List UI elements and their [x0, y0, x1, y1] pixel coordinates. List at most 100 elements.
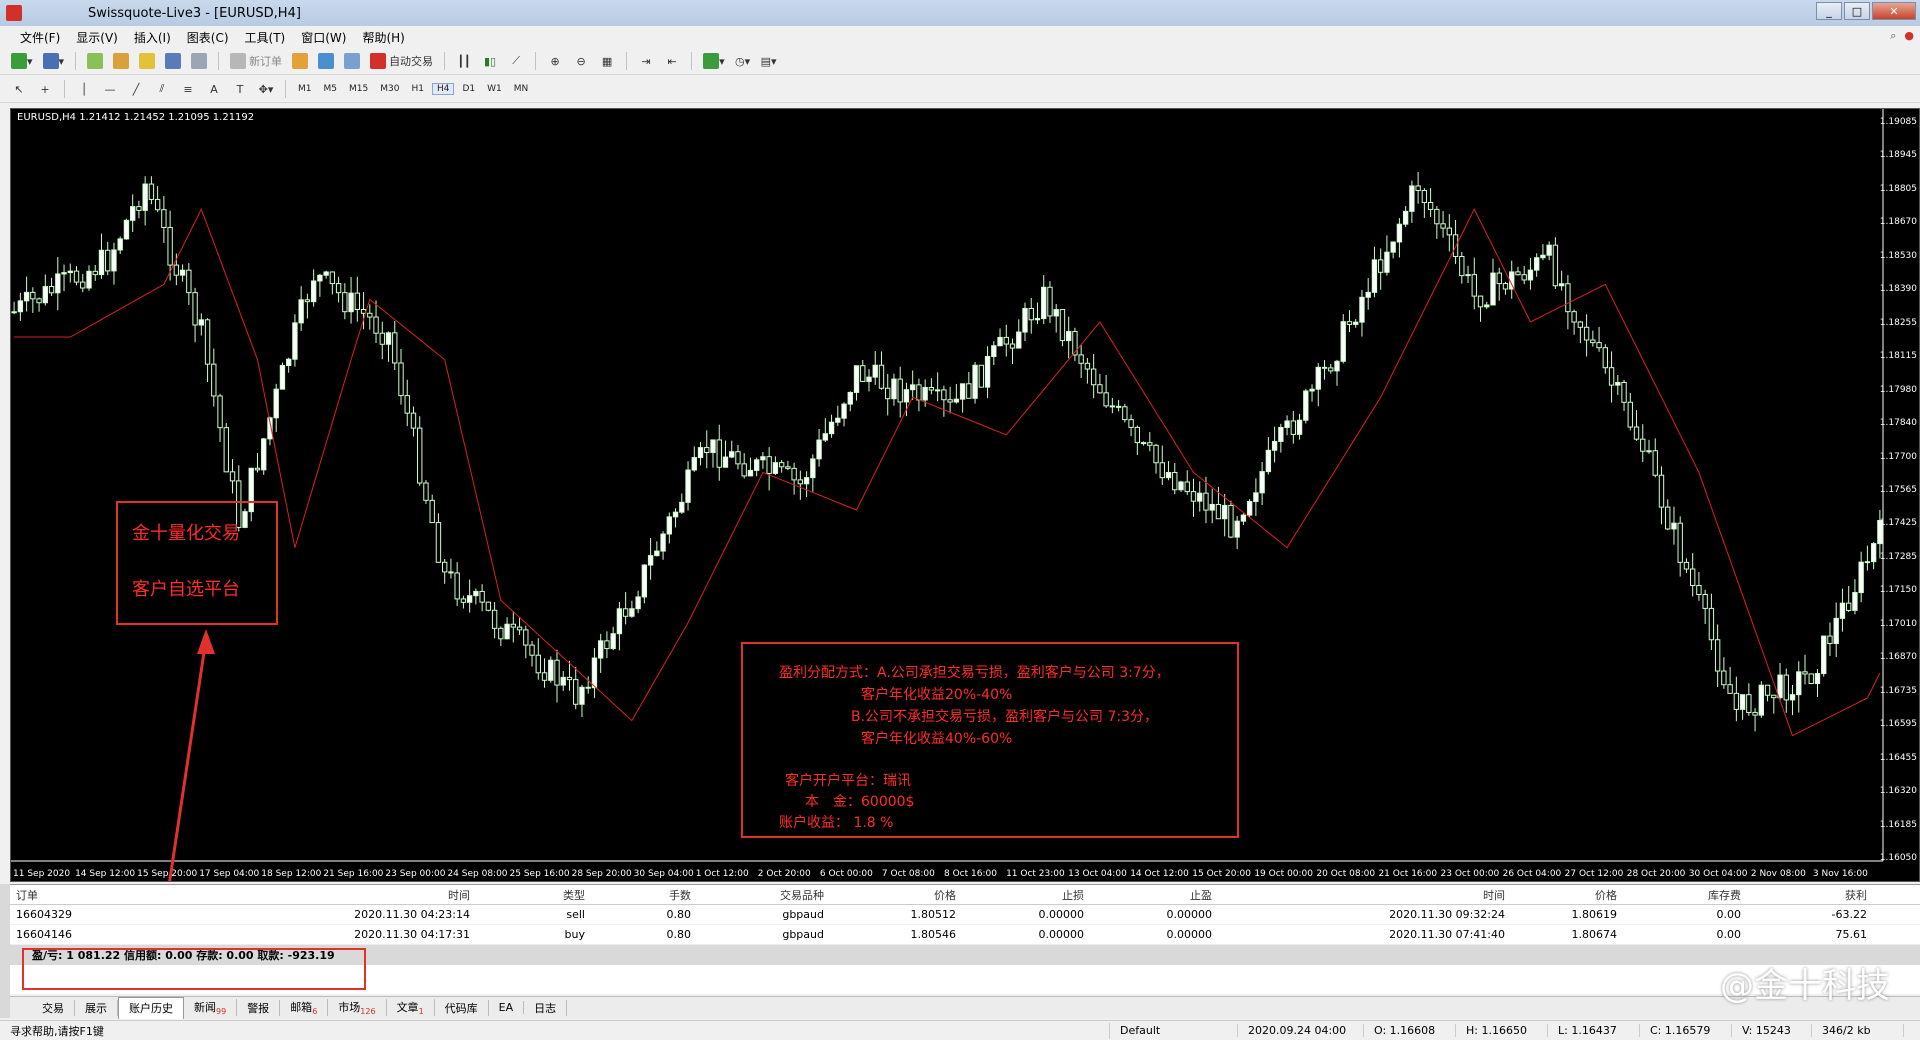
menu-tools[interactable]: 工具(T) — [237, 29, 294, 46]
horizontal-line-icon[interactable]: — — [99, 78, 121, 100]
col-sl[interactable]: 止损 — [962, 887, 1090, 903]
templates-icon[interactable]: ▤▾ — [758, 50, 780, 72]
autoscroll-icon[interactable]: ⇥ — [635, 50, 657, 72]
search-icon[interactable]: ⌕ — [1890, 29, 1896, 43]
order-id: 16604146 — [16, 928, 72, 941]
channel-icon[interactable]: ⫽ — [151, 78, 173, 100]
metaeditor-button[interactable] — [289, 50, 311, 72]
tab-label: EA — [498, 1001, 514, 1014]
tab-badge: 99 — [216, 1007, 227, 1017]
timeframe-m5[interactable]: M5 — [320, 84, 342, 94]
col-close-time[interactable]: 时间 — [1218, 887, 1511, 903]
watermark: @金十科技 — [1720, 966, 1890, 1006]
text-label-icon[interactable]: T — [229, 78, 251, 100]
signals-button[interactable] — [315, 50, 337, 72]
col-symbol[interactable]: 交易品种 — [697, 887, 830, 903]
tab-10[interactable]: 日志 — [524, 999, 568, 1016]
annotation-right-line6: 本 金：60000$ — [805, 794, 915, 810]
data-window-button[interactable] — [110, 50, 132, 72]
timeframe-d1[interactable]: D1 — [458, 84, 479, 94]
tester-button[interactable] — [188, 50, 210, 72]
tab-label: 文章 — [396, 1000, 419, 1014]
bar-chart-icon[interactable]: ┃┃ — [453, 50, 475, 72]
timeframe-h1[interactable]: H1 — [407, 84, 428, 94]
new-chart-button[interactable]: ▾ — [8, 50, 36, 72]
tab-2[interactable]: 账户历史 — [118, 996, 184, 1019]
window-titlebar: Swissquote-Live3 - [EURUSD,H4] _ □ ✕ — [0, 0, 1920, 26]
menu-file[interactable]: 文件(F) — [12, 29, 68, 46]
text-icon[interactable]: A — [203, 78, 225, 100]
timeframe-w1[interactable]: W1 — [483, 84, 506, 94]
zoom-out-icon[interactable]: ⊖ — [570, 50, 592, 72]
tab-6[interactable]: 市场126 — [328, 998, 387, 1017]
zoom-in-icon[interactable]: ⊕ — [544, 50, 566, 72]
order-type: buy — [564, 928, 585, 941]
menu-help[interactable]: 帮助(H) — [354, 29, 412, 46]
minimize-button[interactable]: _ — [1816, 2, 1842, 20]
timeframe-m30[interactable]: M30 — [376, 84, 403, 94]
new-order-button[interactable]: 新订单 — [227, 50, 285, 72]
tab-label: 代码库 — [444, 1001, 478, 1015]
timeframe-m15[interactable]: M15 — [345, 84, 372, 94]
line-chart-icon[interactable]: ⟋ — [505, 50, 527, 72]
tab-3[interactable]: 新闻99 — [184, 998, 238, 1017]
open-price: 1.80512 — [910, 908, 957, 921]
tab-0[interactable]: 交易 — [32, 999, 75, 1016]
auto-trade-button[interactable]: 自动交易 — [367, 50, 436, 72]
close-time: 2020.11.30 07:41:40 — [1389, 928, 1505, 941]
status-profile[interactable]: Default — [1110, 1024, 1238, 1037]
tab-1[interactable]: 展示 — [75, 999, 118, 1016]
arrows-icon[interactable]: ✥▾ — [255, 78, 277, 100]
menu-chart[interactable]: 图表(C) — [179, 29, 237, 46]
col-lots[interactable]: 手数 — [591, 887, 697, 903]
timeframe-h4[interactable]: H4 — [431, 83, 455, 95]
timeframe-m1[interactable]: M1 — [294, 84, 316, 94]
periods-icon[interactable]: ◷▾ — [732, 50, 754, 72]
col-profit[interactable]: 获利 — [1747, 887, 1873, 903]
tile-windows-icon[interactable]: ▦ — [596, 50, 618, 72]
col-open-time[interactable]: 时间 — [186, 887, 476, 903]
menu-insert[interactable]: 插入(I) — [126, 29, 179, 46]
fibonacci-icon[interactable]: ≡ — [177, 78, 199, 100]
price-chart[interactable]: EURUSD,H4 1.21412 1.21452 1.21095 1.2119… — [10, 108, 1920, 882]
status-high: H: 1.16650 — [1456, 1024, 1548, 1037]
cursor-icon[interactable]: ↖ — [8, 78, 30, 100]
vertical-line-icon[interactable]: │ — [73, 78, 95, 100]
col-tp[interactable]: 止盈 — [1090, 887, 1218, 903]
tab-7[interactable]: 文章1 — [387, 998, 435, 1017]
table-row[interactable]: 16604329 2020.11.30 04:23:14 sell 0.80 g… — [10, 905, 1920, 925]
window-title: Swissquote-Live3 - [EURUSD,H4] — [88, 5, 301, 21]
timeframe-mn[interactable]: MN — [510, 84, 533, 94]
candlestick-icon[interactable]: ▮▯ — [479, 50, 501, 72]
tab-4[interactable]: 警报 — [237, 999, 281, 1016]
col-open-price[interactable]: 价格 — [830, 887, 962, 903]
table-row[interactable]: 16604146 2020.11.30 04:17:31 buy 0.80 gb… — [10, 925, 1920, 945]
col-order[interactable]: 订单 — [10, 887, 186, 903]
chart-shift-icon[interactable]: ⇤ — [661, 50, 683, 72]
annotation-right-line5: 客户开户平台：瑞讯 — [785, 773, 911, 789]
terminal-button[interactable] — [162, 50, 184, 72]
menu-window[interactable]: 窗口(W) — [293, 29, 354, 46]
status-help: 寻求帮助,请按F1键 — [0, 1022, 1110, 1039]
profiles-button[interactable]: ▾ — [40, 50, 68, 72]
indicators-icon[interactable]: ▾ — [700, 50, 728, 72]
status-datetime: 2020.09.24 04:00 — [1238, 1024, 1364, 1037]
tab-8[interactable]: 代码库 — [435, 999, 489, 1016]
status-low: L: 1.16437 — [1548, 1024, 1640, 1037]
tab-9[interactable]: EA — [489, 1001, 525, 1014]
market-watch-button[interactable] — [84, 50, 106, 72]
notification-icon[interactable]: ● — [1904, 29, 1914, 43]
crosshair-icon[interactable]: + — [34, 78, 56, 100]
maximize-button[interactable]: □ — [1844, 2, 1870, 20]
close-button[interactable]: ✕ — [1872, 2, 1916, 20]
trendline-icon[interactable]: ╱ — [125, 78, 147, 100]
menu-view[interactable]: 显示(V) — [68, 29, 126, 46]
tab-label: 警报 — [247, 1001, 270, 1015]
navigator-button[interactable] — [136, 50, 158, 72]
col-type[interactable]: 类型 — [476, 887, 591, 903]
col-close-price[interactable]: 价格 — [1511, 887, 1623, 903]
tab-5[interactable]: 邮箱6 — [280, 998, 329, 1017]
col-swap[interactable]: 库存费 — [1623, 887, 1747, 903]
order-type: sell — [566, 908, 585, 921]
vps-button[interactable] — [341, 50, 363, 72]
